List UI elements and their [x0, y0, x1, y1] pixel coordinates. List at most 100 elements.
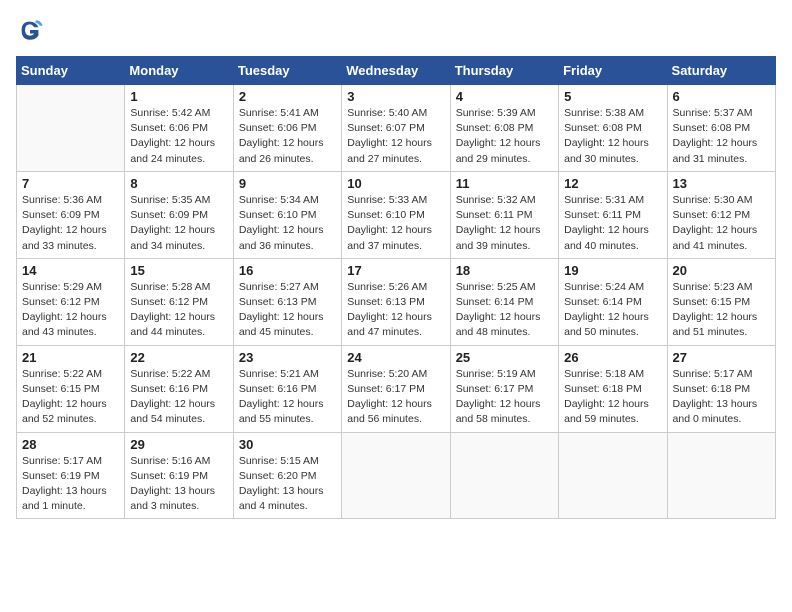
- week-row-5: 28 Sunrise: 5:17 AMSunset: 6:19 PMDayligh…: [17, 432, 776, 519]
- calendar-cell: 19 Sunrise: 5:24 AMSunset: 6:14 PMDayligh…: [559, 258, 667, 345]
- week-row-4: 21 Sunrise: 5:22 AMSunset: 6:15 PMDayligh…: [17, 345, 776, 432]
- day-info: Sunrise: 5:16 AMSunset: 6:19 PMDaylight:…: [130, 454, 227, 515]
- weekday-tuesday: Tuesday: [233, 57, 341, 85]
- calendar-cell: 5 Sunrise: 5:38 AMSunset: 6:08 PMDaylight…: [559, 85, 667, 172]
- week-row-1: 1 Sunrise: 5:42 AMSunset: 6:06 PMDaylight…: [17, 85, 776, 172]
- day-number: 11: [456, 176, 553, 191]
- calendar-cell: 13 Sunrise: 5:30 AMSunset: 6:12 PMDayligh…: [667, 171, 775, 258]
- calendar-cell: 15Sunrise: 5:28 AMSunset: 6:12 PMDayligh…: [125, 258, 233, 345]
- calendar-cell: 27 Sunrise: 5:17 AMSunset: 6:18 PMDayligh…: [667, 345, 775, 432]
- day-info: Sunrise: 5:17 AMSunset: 6:19 PMDaylight:…: [22, 454, 119, 515]
- day-info: Sunrise: 5:26 AMSunset: 6:13 PMDaylight:…: [347, 280, 444, 341]
- calendar-cell: 7 Sunrise: 5:36 AMSunset: 6:09 PMDaylight…: [17, 171, 125, 258]
- calendar-table: SundayMondayTuesdayWednesdayThursdayFrid…: [16, 56, 776, 519]
- day-number: 1: [130, 89, 227, 104]
- day-number: 6: [673, 89, 770, 104]
- day-info: Sunrise: 5:24 AMSunset: 6:14 PMDaylight:…: [564, 280, 661, 341]
- day-info: Sunrise: 5:27 AMSunset: 6:13 PMDaylight:…: [239, 280, 336, 341]
- calendar-cell: 18 Sunrise: 5:25 AMSunset: 6:14 PMDayligh…: [450, 258, 558, 345]
- weekday-thursday: Thursday: [450, 57, 558, 85]
- day-info: Sunrise: 5:39 AMSunset: 6:08 PMDaylight:…: [456, 106, 553, 167]
- calendar-cell: 21 Sunrise: 5:22 AMSunset: 6:15 PMDayligh…: [17, 345, 125, 432]
- weekday-monday: Monday: [125, 57, 233, 85]
- day-info: Sunrise: 5:40 AMSunset: 6:07 PMDaylight:…: [347, 106, 444, 167]
- day-number: 8: [130, 176, 227, 191]
- calendar-cell: 4 Sunrise: 5:39 AMSunset: 6:08 PMDaylight…: [450, 85, 558, 172]
- calendar-cell: 2 Sunrise: 5:41 AMSunset: 6:06 PMDaylight…: [233, 85, 341, 172]
- calendar-cell: [667, 432, 775, 519]
- calendar-cell: 17 Sunrise: 5:26 AMSunset: 6:13 PMDayligh…: [342, 258, 450, 345]
- day-info: Sunrise: 5:19 AMSunset: 6:17 PMDaylight:…: [456, 367, 553, 428]
- calendar-cell: 3 Sunrise: 5:40 AMSunset: 6:07 PMDaylight…: [342, 85, 450, 172]
- calendar-cell: 6 Sunrise: 5:37 AMSunset: 6:08 PMDaylight…: [667, 85, 775, 172]
- day-number: 4: [456, 89, 553, 104]
- calendar-cell: 1 Sunrise: 5:42 AMSunset: 6:06 PMDaylight…: [125, 85, 233, 172]
- weekday-header-row: SundayMondayTuesdayWednesdayThursdayFrid…: [17, 57, 776, 85]
- day-info: Sunrise: 5:30 AMSunset: 6:12 PMDaylight:…: [673, 193, 770, 254]
- day-info: Sunrise: 5:20 AMSunset: 6:17 PMDaylight:…: [347, 367, 444, 428]
- day-info: Sunrise: 5:35 AMSunset: 6:09 PMDaylight:…: [130, 193, 227, 254]
- day-number: 18: [456, 263, 553, 278]
- day-number: 17: [347, 263, 444, 278]
- day-number: 28: [22, 437, 119, 452]
- day-number: 26: [564, 350, 661, 365]
- day-number: 22: [130, 350, 227, 365]
- day-number: 13: [673, 176, 770, 191]
- day-info: Sunrise: 5:37 AMSunset: 6:08 PMDaylight:…: [673, 106, 770, 167]
- calendar-cell: 10Sunrise: 5:33 AMSunset: 6:10 PMDayligh…: [342, 171, 450, 258]
- day-info: Sunrise: 5:42 AMSunset: 6:06 PMDaylight:…: [130, 106, 227, 167]
- calendar-cell: 16 Sunrise: 5:27 AMSunset: 6:13 PMDayligh…: [233, 258, 341, 345]
- day-info: Sunrise: 5:21 AMSunset: 6:16 PMDaylight:…: [239, 367, 336, 428]
- weekday-friday: Friday: [559, 57, 667, 85]
- day-info: Sunrise: 5:36 AMSunset: 6:09 PMDaylight:…: [22, 193, 119, 254]
- day-number: 16: [239, 263, 336, 278]
- day-number: 27: [673, 350, 770, 365]
- calendar-body: 1 Sunrise: 5:42 AMSunset: 6:06 PMDaylight…: [17, 85, 776, 519]
- day-number: 5: [564, 89, 661, 104]
- calendar-cell: 29 Sunrise: 5:16 AMSunset: 6:19 PMDayligh…: [125, 432, 233, 519]
- day-info: Sunrise: 5:15 AMSunset: 6:20 PMDaylight:…: [239, 454, 336, 515]
- week-row-2: 7 Sunrise: 5:36 AMSunset: 6:09 PMDaylight…: [17, 171, 776, 258]
- day-info: Sunrise: 5:41 AMSunset: 6:06 PMDaylight:…: [239, 106, 336, 167]
- day-number: 2: [239, 89, 336, 104]
- day-info: Sunrise: 5:23 AMSunset: 6:15 PMDaylight:…: [673, 280, 770, 341]
- week-row-3: 14Sunrise: 5:29 AMSunset: 6:12 PMDayligh…: [17, 258, 776, 345]
- logo: [16, 16, 46, 44]
- day-info: Sunrise: 5:34 AMSunset: 6:10 PMDaylight:…: [239, 193, 336, 254]
- calendar-cell: [342, 432, 450, 519]
- day-info: Sunrise: 5:25 AMSunset: 6:14 PMDaylight:…: [456, 280, 553, 341]
- day-number: 25: [456, 350, 553, 365]
- day-info: Sunrise: 5:22 AMSunset: 6:16 PMDaylight:…: [130, 367, 227, 428]
- calendar-cell: 23 Sunrise: 5:21 AMSunset: 6:16 PMDayligh…: [233, 345, 341, 432]
- day-info: Sunrise: 5:22 AMSunset: 6:15 PMDaylight:…: [22, 367, 119, 428]
- calendar-cell: [450, 432, 558, 519]
- day-number: 23: [239, 350, 336, 365]
- day-number: 7: [22, 176, 119, 191]
- day-number: 19: [564, 263, 661, 278]
- calendar-cell: 25 Sunrise: 5:19 AMSunset: 6:17 PMDayligh…: [450, 345, 558, 432]
- day-number: 3: [347, 89, 444, 104]
- calendar-cell: 20Sunrise: 5:23 AMSunset: 6:15 PMDayligh…: [667, 258, 775, 345]
- calendar-cell: 11 Sunrise: 5:32 AMSunset: 6:11 PMDayligh…: [450, 171, 558, 258]
- day-number: 9: [239, 176, 336, 191]
- day-info: Sunrise: 5:17 AMSunset: 6:18 PMDaylight:…: [673, 367, 770, 428]
- day-info: Sunrise: 5:29 AMSunset: 6:12 PMDaylight:…: [22, 280, 119, 341]
- day-info: Sunrise: 5:18 AMSunset: 6:18 PMDaylight:…: [564, 367, 661, 428]
- day-number: 15: [130, 263, 227, 278]
- day-number: 10: [347, 176, 444, 191]
- day-info: Sunrise: 5:38 AMSunset: 6:08 PMDaylight:…: [564, 106, 661, 167]
- calendar-cell: 26 Sunrise: 5:18 AMSunset: 6:18 PMDayligh…: [559, 345, 667, 432]
- day-info: Sunrise: 5:32 AMSunset: 6:11 PMDaylight:…: [456, 193, 553, 254]
- calendar-cell: 9 Sunrise: 5:34 AMSunset: 6:10 PMDaylight…: [233, 171, 341, 258]
- logo-icon: [16, 16, 44, 44]
- calendar-cell: 14Sunrise: 5:29 AMSunset: 6:12 PMDayligh…: [17, 258, 125, 345]
- day-number: 24: [347, 350, 444, 365]
- calendar-cell: 8 Sunrise: 5:35 AMSunset: 6:09 PMDaylight…: [125, 171, 233, 258]
- calendar-cell: 24 Sunrise: 5:20 AMSunset: 6:17 PMDayligh…: [342, 345, 450, 432]
- day-number: 29: [130, 437, 227, 452]
- day-number: 30: [239, 437, 336, 452]
- weekday-sunday: Sunday: [17, 57, 125, 85]
- page-header: [16, 16, 776, 44]
- calendar-cell: 30 Sunrise: 5:15 AMSunset: 6:20 PMDayligh…: [233, 432, 341, 519]
- day-number: 21: [22, 350, 119, 365]
